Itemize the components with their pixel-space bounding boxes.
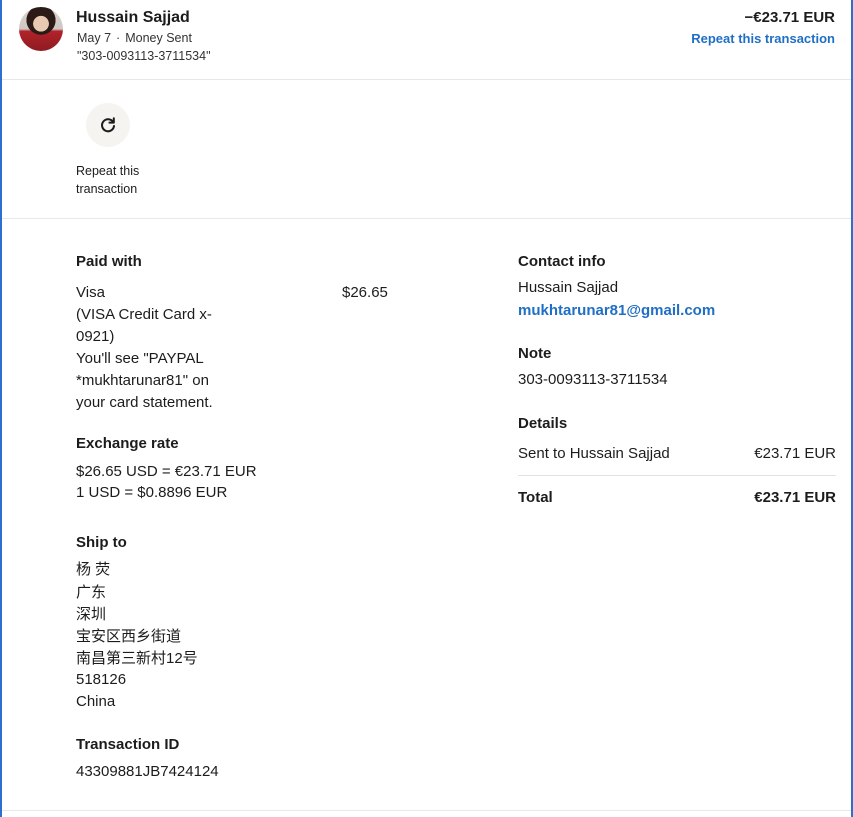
payment-method-line: (VISA Credit Card x- — [76, 306, 212, 323]
ship-to-line: 深圳 — [76, 606, 107, 623]
payment-method-line: Visa — [76, 284, 105, 301]
exchange-rate-line: $26.65 USD = €23.71 EUR — [76, 463, 257, 480]
ship-to-title: Ship to — [76, 534, 127, 551]
total-amount: €23.71 EUR — [754, 489, 836, 506]
ship-to-line: 南昌第三新村12号 — [76, 650, 198, 667]
refresh-icon — [101, 117, 115, 133]
contact-info-title: Contact info — [518, 253, 606, 270]
transaction-detail-panel: Hussain Sajjad May 7 · Money Sent "303-009… — [0, 0, 853, 817]
avatar — [19, 7, 63, 51]
sent-to-amount: €23.71 EUR — [754, 445, 836, 462]
sent-to-label: Sent to Hussain Sajjad — [518, 445, 670, 462]
transaction-memo: "303-0093113-3711534" — [77, 49, 211, 63]
contact-email-link[interactable]: mukhtarunar81@gmail.com — [518, 302, 715, 319]
transaction-id-value: 43309881JB7424124 — [76, 763, 219, 780]
transaction-id-title: Transaction ID — [76, 736, 180, 753]
repeat-transaction-label: Repeat this transaction — [76, 164, 140, 196]
total-label: Total — [518, 489, 553, 506]
recipient-name: Hussain Sajjad — [76, 9, 190, 26]
contact-name: Hussain Sajjad — [518, 279, 619, 296]
ship-to-line: 宝安区西乡街道 — [76, 628, 182, 645]
transaction-type: Money Sent — [125, 31, 192, 45]
exchange-rate-line: 1 USD = $0.8896 EUR — [76, 484, 228, 501]
ship-to-line: 广东 — [76, 584, 107, 601]
payment-method-line: *mukhtarunar81" on — [76, 372, 209, 389]
separator-dot: · — [116, 31, 121, 45]
note-value: 303-0093113-3711534 — [518, 371, 668, 388]
payment-method-line: your card statement. — [76, 394, 213, 411]
paid-with-title: Paid with — [76, 253, 142, 270]
transaction-header: Hussain Sajjad May 7 · Money Sent "303-009… — [2, 0, 851, 80]
ship-to-line: China — [76, 693, 116, 710]
paid-amount: $26.65 — [342, 284, 388, 301]
transaction-date: May 7 — [77, 31, 112, 45]
details-title: Details — [518, 415, 568, 432]
transaction-meta: May 7 · Money Sent — [77, 31, 192, 45]
details-divider — [518, 475, 836, 476]
transaction-amount: −€23.71 EUR — [744, 9, 835, 26]
note-title: Note — [518, 345, 552, 362]
payment-method-line: 0921) — [76, 328, 115, 345]
repeat-transaction-link[interactable]: Repeat this transaction — [691, 31, 835, 46]
ship-to-line: 杨 荧 — [76, 561, 111, 578]
transaction-details: Paid with Visa (VISA Credit Card x- 0921… — [2, 219, 851, 817]
repeat-transaction-button[interactable] — [86, 103, 130, 147]
ship-to-line: 518126 — [76, 671, 127, 688]
actions-row: Repeat this transaction — [2, 80, 851, 219]
exchange-rate-title: Exchange rate — [76, 435, 179, 452]
payment-method-line: You'll see "PAYPAL — [76, 350, 204, 367]
section-divider — [2, 810, 851, 811]
